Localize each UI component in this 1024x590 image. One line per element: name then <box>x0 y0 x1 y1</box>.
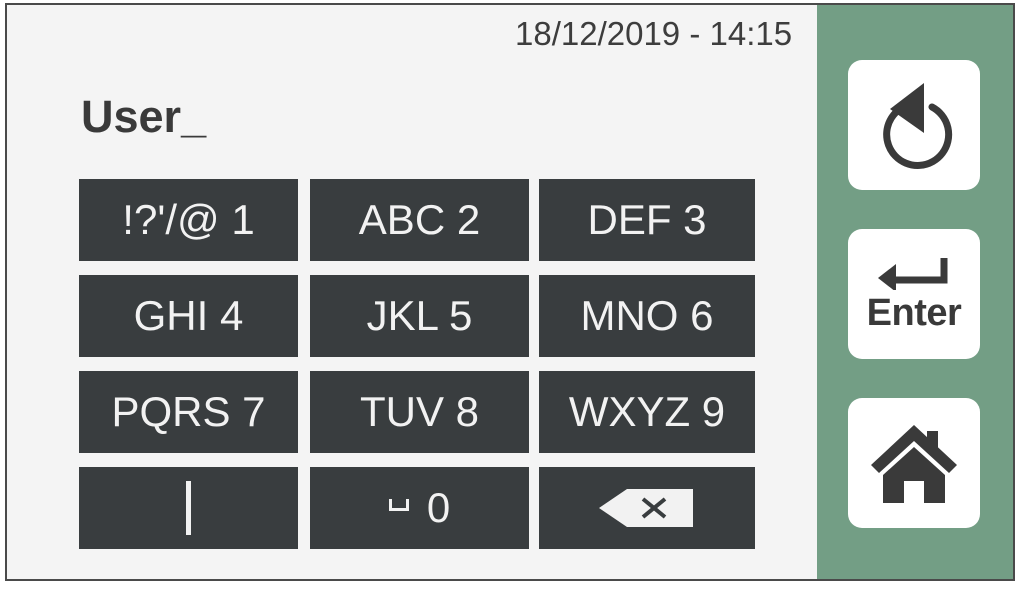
enter-label: Enter <box>866 291 962 334</box>
enter-arrow-icon <box>878 257 948 290</box>
key-9[interactable]: WXYZ 9 <box>539 371 755 453</box>
key-5[interactable]: JKL 5 <box>310 275 529 357</box>
keypad: !?'/@ 1 ABC 2 DEF 3 GHI 4 JKL 5 MNO 6 PQ… <box>79 179 755 549</box>
key-1[interactable]: !?'/@ 1 <box>79 179 298 261</box>
key-2[interactable]: ABC 2 <box>310 179 529 261</box>
key-4[interactable]: GHI 4 <box>79 275 298 357</box>
side-panel: Enter <box>817 5 1013 579</box>
text-input-display: User_ <box>81 91 207 142</box>
key-3[interactable]: DEF 3 <box>539 179 755 261</box>
key-7[interactable]: PQRS 7 <box>79 371 298 453</box>
cursor-key[interactable] <box>79 467 298 549</box>
datetime-display: 18/12/2019 - 14:15 <box>515 15 793 52</box>
device-screen: 18/12/2019 - 14:15 User_ !?'/@ 1 ABC 2 D… <box>5 3 1015 581</box>
key-8[interactable]: TUV 8 <box>310 371 529 453</box>
home-button[interactable] <box>848 398 980 528</box>
backspace-icon <box>599 489 693 527</box>
key-6[interactable]: MNO 6 <box>539 275 755 357</box>
undo-arrow-icon <box>883 83 953 169</box>
key-0-label: 0 <box>426 484 451 531</box>
text-cursor-icon <box>186 481 191 535</box>
key-0[interactable]: 0 <box>310 467 529 549</box>
back-button[interactable] <box>848 60 980 190</box>
backspace-key[interactable] <box>539 467 755 549</box>
home-icon <box>871 425 957 503</box>
enter-button[interactable]: Enter <box>848 229 980 359</box>
space-icon <box>388 499 409 511</box>
